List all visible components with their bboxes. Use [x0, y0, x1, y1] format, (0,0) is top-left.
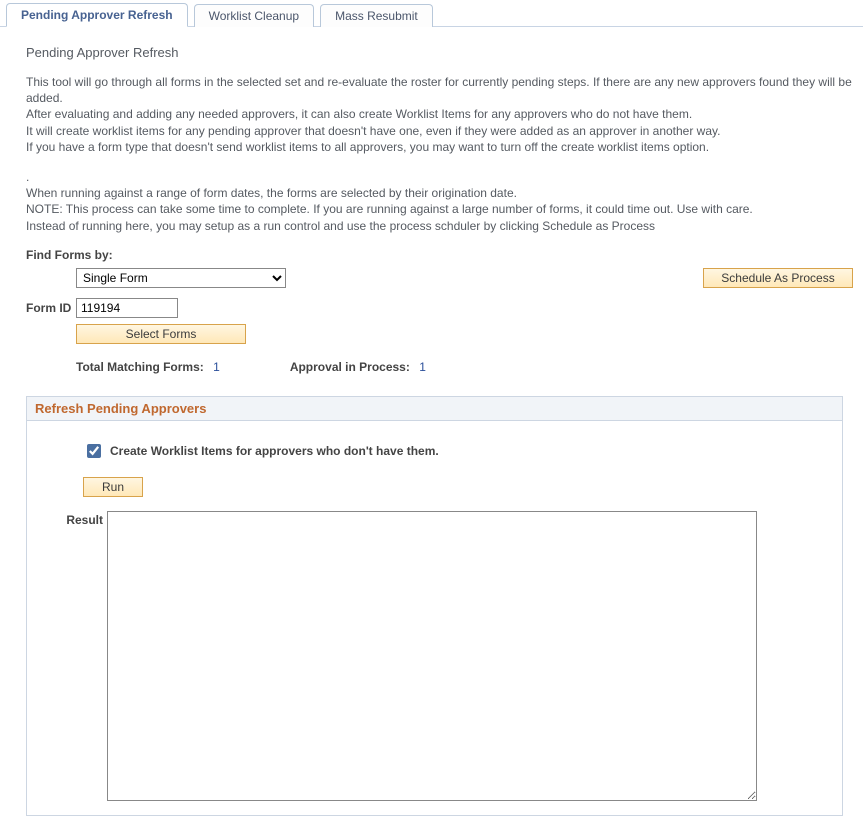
desc-line: After evaluating and adding any needed a… — [26, 107, 692, 121]
group-title: Refresh Pending Approvers — [27, 397, 842, 421]
desc-line: It will create worklist items for any pe… — [26, 124, 720, 138]
desc-line: This tool will go through all forms in t… — [26, 75, 852, 105]
approval-in-process-label: Approval in Process: — [290, 360, 410, 374]
desc-line: Instead of running here, you may setup a… — [26, 219, 655, 233]
tab-pending-approver-refresh[interactable]: Pending Approver Refresh — [6, 3, 188, 27]
desc-line: If you have a form type that doesn't sen… — [26, 140, 709, 154]
page-content: Pending Approver Refresh This tool will … — [0, 27, 863, 836]
approval-in-process: Approval in Process: 1 — [290, 360, 426, 374]
find-forms-select[interactable]: Single Form — [76, 268, 286, 288]
total-matching-forms: Total Matching Forms: 1 — [76, 360, 220, 374]
tab-mass-resubmit[interactable]: Mass Resubmit — [320, 4, 433, 27]
result-textarea[interactable] — [107, 511, 757, 801]
total-matching-label: Total Matching Forms: — [76, 360, 204, 374]
result-label: Result — [61, 511, 107, 527]
run-button[interactable]: Run — [83, 477, 143, 497]
refresh-pending-approvers-group: Refresh Pending Approvers Create Worklis… — [26, 396, 843, 816]
total-matching-value: 1 — [213, 360, 220, 374]
form-id-label: Form ID — [26, 301, 76, 315]
create-worklist-label: Create Worklist Items for approvers who … — [110, 444, 439, 458]
description-block-2: . When running against a range of form d… — [26, 169, 853, 234]
page-title: Pending Approver Refresh — [26, 45, 853, 60]
tab-worklist-cleanup[interactable]: Worklist Cleanup — [194, 4, 314, 27]
desc-line: When running against a range of form dat… — [26, 186, 517, 200]
find-forms-label: Find Forms by: — [26, 248, 853, 262]
schedule-as-process-button[interactable]: Schedule As Process — [703, 268, 853, 288]
form-id-input[interactable] — [76, 298, 178, 318]
create-worklist-checkbox[interactable] — [87, 444, 101, 458]
approval-in-process-value: 1 — [419, 360, 426, 374]
desc-line: NOTE: This process can take some time to… — [26, 202, 753, 216]
tab-bar: Pending Approver Refresh Worklist Cleanu… — [0, 2, 863, 27]
select-forms-button[interactable]: Select Forms — [76, 324, 246, 344]
description-block-1: This tool will go through all forms in t… — [26, 74, 853, 155]
